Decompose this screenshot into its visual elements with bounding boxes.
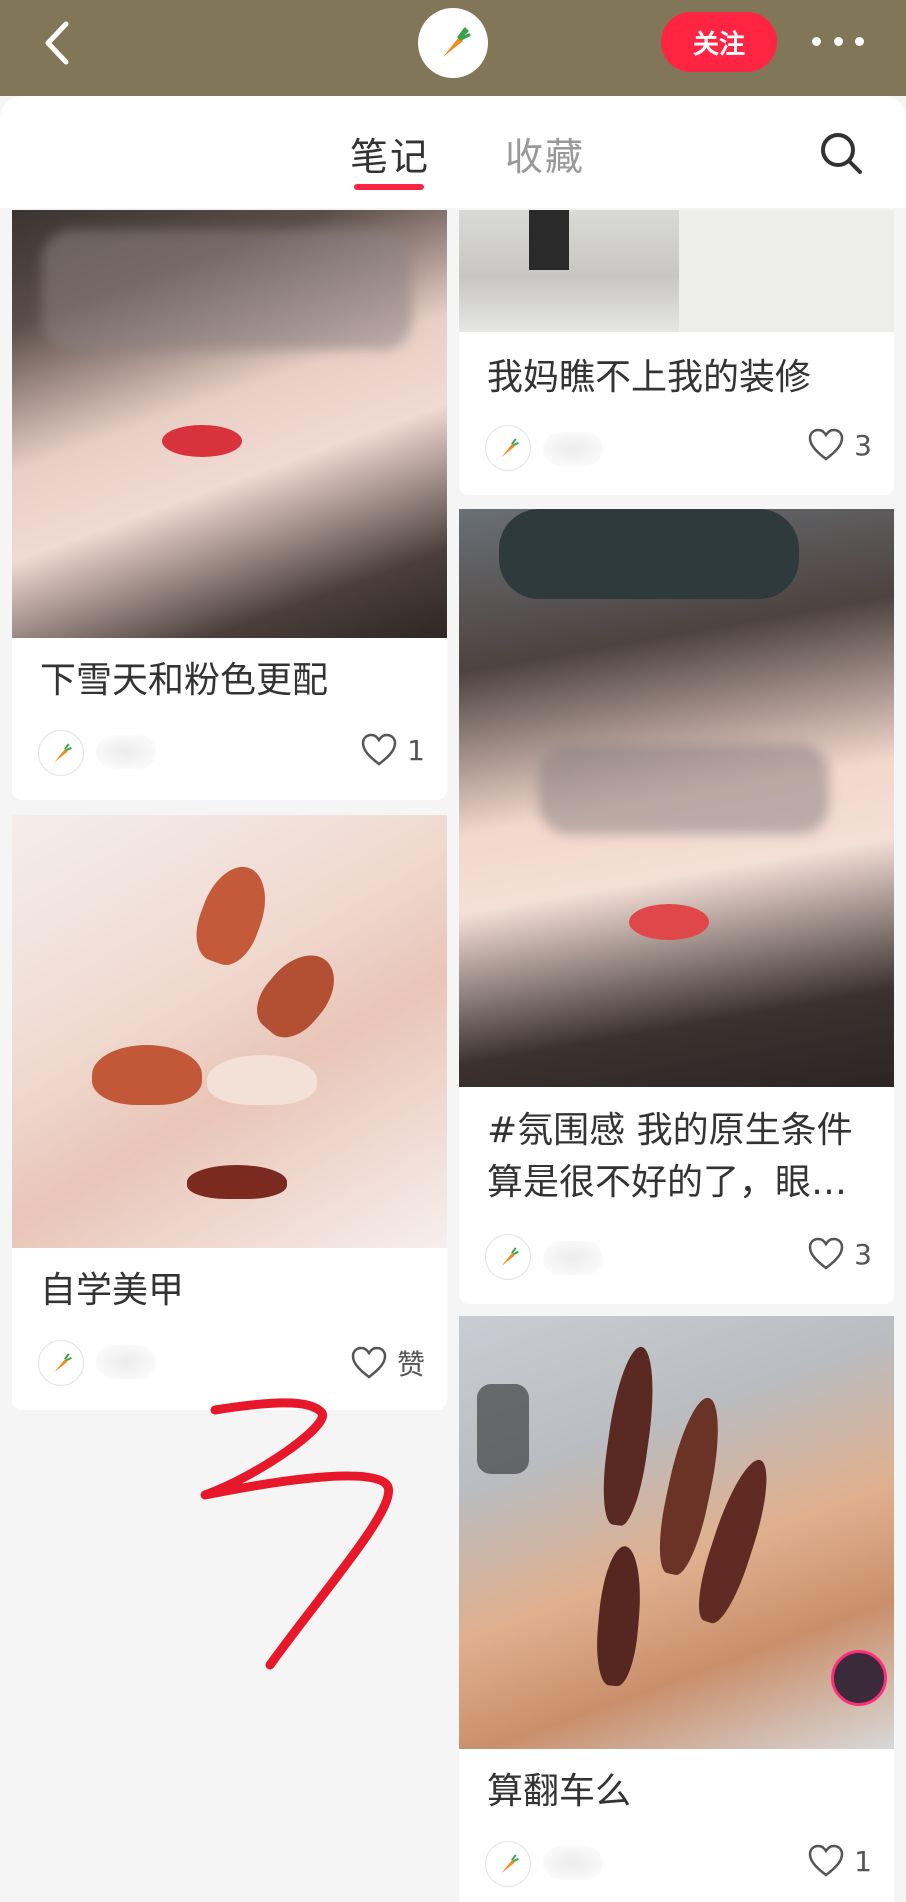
like-button[interactable]: 1 — [361, 733, 425, 767]
carrot-icon — [501, 1854, 519, 1874]
author-avatar[interactable] — [38, 730, 84, 776]
carrot-icon — [501, 1247, 519, 1267]
tab-favorites[interactable]: 收藏 — [505, 126, 585, 181]
follow-button[interactable]: 关注 — [661, 12, 777, 72]
like-count: 1 — [854, 1844, 872, 1878]
note-cover-image — [12, 210, 447, 638]
carrot-icon — [54, 743, 72, 763]
note-card[interactable]: 我妈瞧不上我的装修 3 — [459, 210, 894, 495]
like-count: 3 — [854, 1237, 872, 1271]
note-card[interactable]: 自学美甲 赞 — [12, 815, 447, 1410]
back-chevron-icon[interactable] — [38, 18, 78, 68]
active-tab-indicator — [354, 184, 424, 190]
author-name-blurred — [96, 1345, 156, 1379]
author-avatar[interactable] — [38, 1340, 84, 1386]
tab-bar: 笔记 收藏 — [0, 96, 906, 208]
like-count: 赞 — [396, 1348, 425, 1381]
author-name-blurred — [543, 1241, 603, 1275]
note-title: 自学美甲 — [40, 1270, 185, 1311]
note-cover-image — [459, 1316, 894, 1749]
carrot-icon — [54, 1353, 72, 1373]
like-count: 3 — [854, 428, 872, 462]
note-card[interactable]: 算翻车么 1 — [459, 1316, 894, 1902]
note-title: #氛围感 我的原生条件算是很不好的了，眼… — [487, 1110, 853, 1203]
carrot-icon — [443, 27, 471, 57]
heart-outline-icon — [808, 1237, 844, 1270]
author-name-blurred — [96, 735, 156, 769]
like-button[interactable]: 3 — [808, 1237, 872, 1271]
like-button[interactable]: 赞 — [351, 1343, 425, 1383]
tab-notes[interactable]: 笔记 — [350, 126, 430, 181]
note-cover-image — [459, 210, 894, 332]
note-title: 下雪天和粉色更配 — [40, 660, 329, 701]
note-title: 算翻车么 — [487, 1771, 632, 1812]
note-cover-image — [12, 815, 447, 1248]
like-button[interactable]: 1 — [808, 1844, 872, 1878]
handwritten-three-annotation — [200, 1398, 393, 1670]
carrot-icon — [501, 438, 519, 458]
note-title: 我妈瞧不上我的装修 — [487, 357, 812, 398]
top-bar: 关注 — [0, 0, 906, 96]
heart-outline-icon — [808, 428, 844, 461]
author-avatar[interactable] — [485, 425, 531, 471]
like-button[interactable]: 3 — [808, 428, 872, 462]
author-avatar[interactable] — [485, 1841, 531, 1887]
author-name-blurred — [543, 432, 603, 466]
like-count: 1 — [407, 733, 425, 767]
heart-outline-icon — [361, 733, 397, 766]
note-cover-image — [459, 509, 894, 1087]
search-icon[interactable] — [818, 130, 864, 176]
heart-outline-icon — [808, 1844, 844, 1877]
note-card[interactable]: 下雪天和粉色更配 1 — [12, 210, 447, 800]
heart-outline-icon — [351, 1346, 387, 1379]
author-name-blurred — [543, 1846, 603, 1880]
note-card[interactable]: #氛围感 我的原生条件算是很不好的了，眼… 3 — [459, 509, 894, 1304]
profile-avatar[interactable] — [418, 8, 488, 78]
more-options-icon[interactable] — [812, 28, 864, 54]
author-avatar[interactable] — [485, 1234, 531, 1280]
